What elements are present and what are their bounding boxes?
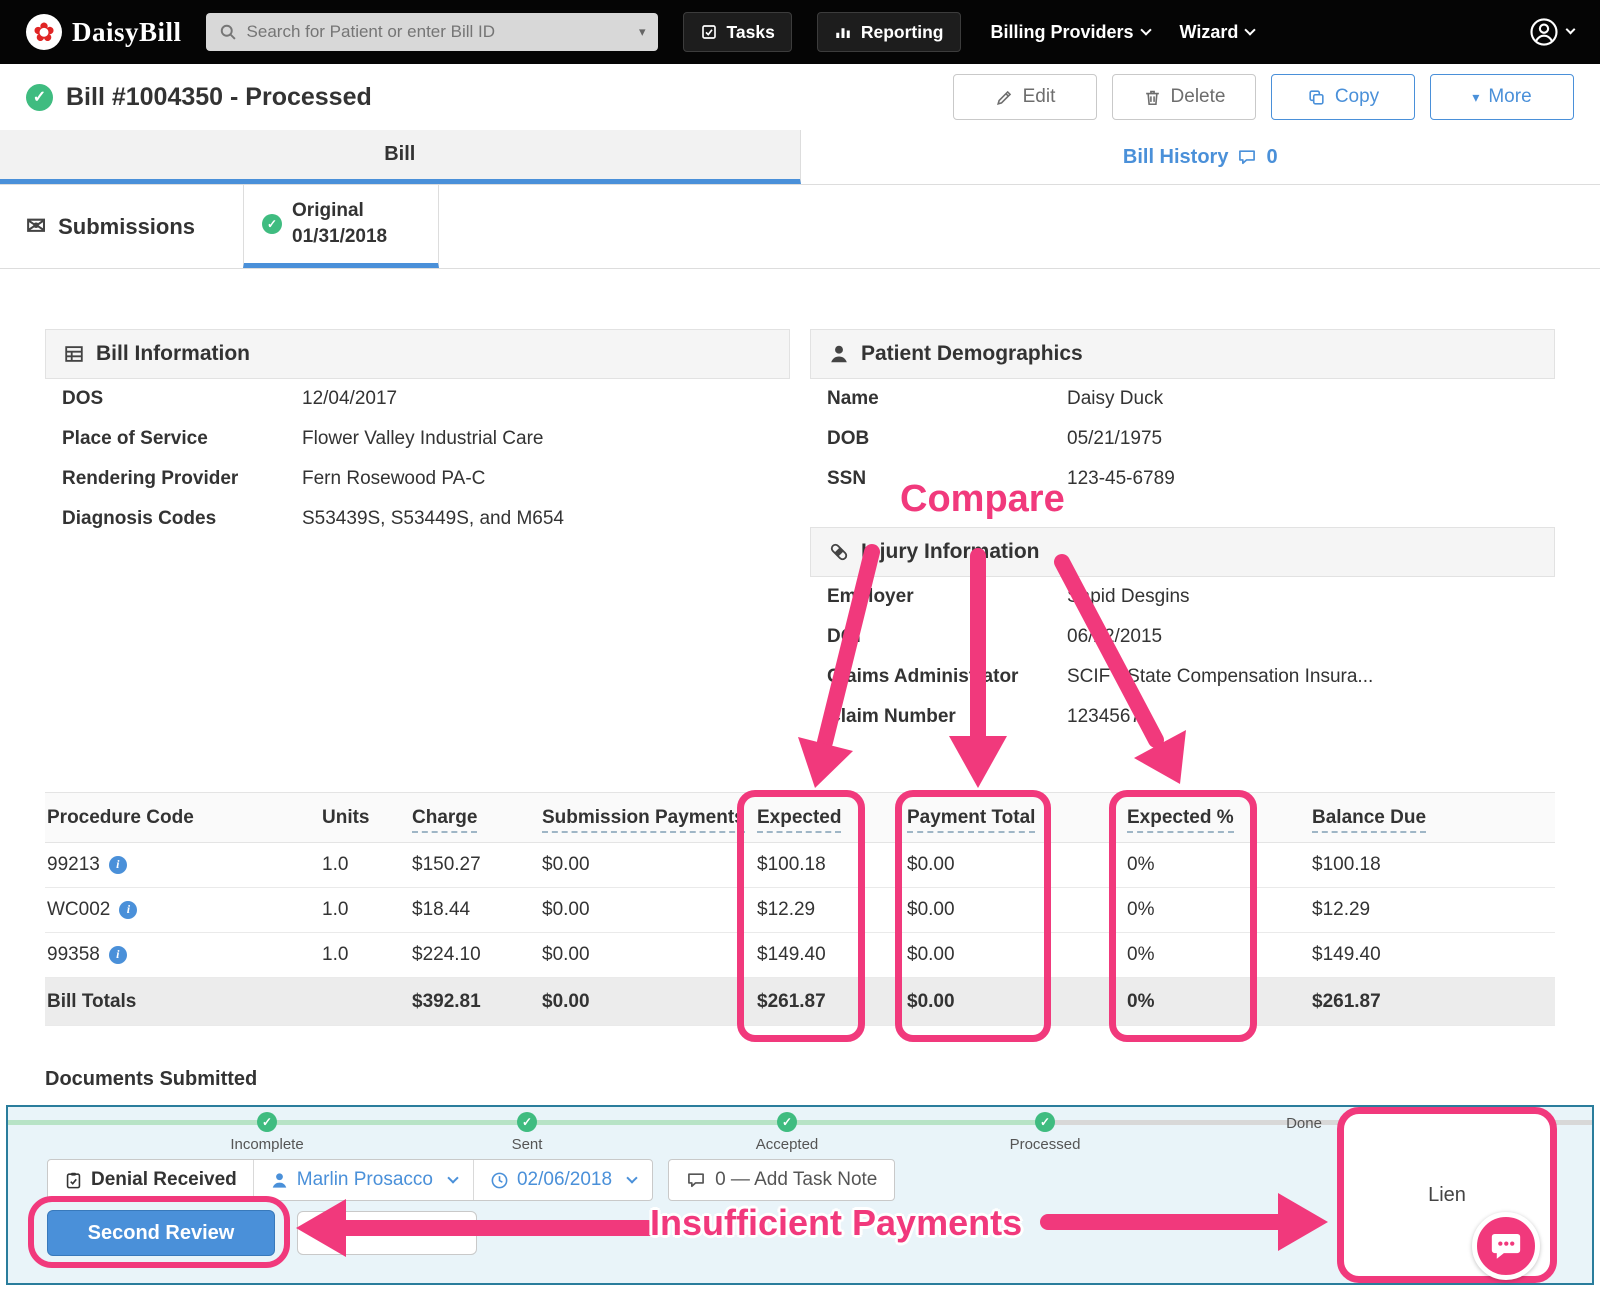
chat-icon xyxy=(1491,1233,1521,1259)
bandage-icon xyxy=(830,543,848,561)
person-icon xyxy=(831,345,847,363)
clipboard-icon xyxy=(66,1172,81,1188)
col-submission-payments[interactable]: Submission Payments xyxy=(542,806,745,833)
pencil-icon xyxy=(996,90,1011,105)
patient-demographics-panel: Patient Demographics Name Daisy Duck DOB 0… xyxy=(810,329,1555,499)
task-box: Denial Received Marlin Prosacco 02/06/20… xyxy=(47,1159,654,1201)
info-icon[interactable]: i xyxy=(108,945,127,964)
injury-information-panel: Injury Information Employer Sapid Desgins… xyxy=(810,527,1555,737)
check-icon: ✓ xyxy=(1035,1112,1055,1132)
tab-original-submission[interactable]: ✓ Original 01/31/2018 xyxy=(243,185,440,268)
chevron-down-icon xyxy=(1565,24,1576,35)
check-icon: ✓ xyxy=(517,1112,537,1132)
obscured-button[interactable] xyxy=(297,1211,477,1255)
trash-icon xyxy=(1145,90,1159,105)
top-navbar: ✿ DaisyBill ▾ Tasks Reporting Billing Pr… xyxy=(0,0,1600,64)
chevron-down-icon xyxy=(447,1171,459,1184)
caret-down-icon: ▾ xyxy=(1472,88,1480,105)
procedure-table: Procedure Code Units Charge Submission P… xyxy=(45,792,1555,1026)
delete-button[interactable]: Delete xyxy=(1112,74,1256,120)
bill-totals-row: Bill Totals $392.81 $0.00 $261.87 $0.00 … xyxy=(45,977,1555,1026)
task-date-dropdown[interactable]: 02/06/2018 xyxy=(472,1160,652,1200)
second-review-button[interactable]: Second Review xyxy=(47,1210,275,1256)
panel-title: Bill Information xyxy=(96,342,250,365)
col-charge[interactable]: Charge xyxy=(412,806,478,833)
panel-title: Injury Information xyxy=(861,540,1040,563)
brand[interactable]: ✿ DaisyBill xyxy=(26,14,182,50)
col-expected-pct[interactable]: Expected % xyxy=(1127,806,1234,833)
step-accepted: ✓ Accepted xyxy=(722,1111,852,1153)
clock-icon xyxy=(491,1172,508,1188)
check-icon: ✓ xyxy=(777,1112,797,1132)
col-procedure-code: Procedure Code xyxy=(47,806,194,828)
bar-chart-icon xyxy=(836,28,850,38)
person-circle-icon xyxy=(1530,18,1558,46)
copy-icon xyxy=(1309,89,1324,105)
task-title: Denial Received xyxy=(48,1160,253,1200)
step-incomplete: ✓ Incomplete xyxy=(202,1111,332,1153)
reporting-button[interactable]: Reporting xyxy=(816,12,961,52)
global-search[interactable]: ▾ xyxy=(205,13,658,51)
tasks-button[interactable]: Tasks xyxy=(682,12,792,52)
user-avatar[interactable] xyxy=(1529,17,1576,47)
copy-button[interactable]: Copy xyxy=(1271,74,1415,120)
table-row: WC002 i 1.0 $18.44 $0.00 $12.29 $0.00 0% … xyxy=(45,887,1555,933)
search-dropdown-icon[interactable]: ▾ xyxy=(639,24,646,40)
daisy-logo-icon: ✿ xyxy=(26,14,62,50)
chevron-down-icon xyxy=(626,1171,638,1184)
envelope-icon: ✉ xyxy=(26,213,47,240)
header-actions: Edit Delete Copy ▾ More xyxy=(953,74,1574,120)
info-icon[interactable]: i xyxy=(108,855,127,874)
check-icon: ✓ xyxy=(262,214,283,234)
speech-bubble-icon xyxy=(1239,150,1256,165)
main-tabs: Bill Bill History 0 xyxy=(0,130,1600,185)
documents-submitted-heading: Documents Submitted xyxy=(45,1068,258,1090)
tab-bill[interactable]: Bill xyxy=(0,130,801,184)
bill-information-panel: Bill Information DOS 12/04/2017 Place of … xyxy=(45,329,790,737)
search-icon xyxy=(220,24,236,40)
search-input[interactable] xyxy=(246,22,630,42)
chat-widget-button[interactable] xyxy=(1472,1212,1540,1280)
speech-bubble-icon xyxy=(688,1173,704,1188)
brand-name: DaisyBill xyxy=(72,16,182,47)
chevron-down-icon xyxy=(1139,23,1152,36)
panel-title: Patient Demographics xyxy=(861,342,1083,365)
add-task-note-button[interactable]: 0 — Add Task Note xyxy=(668,1159,896,1201)
billing-providers-menu[interactable]: Billing Providers xyxy=(991,22,1152,43)
assignee-dropdown[interactable]: Marlin Prosacco xyxy=(252,1160,473,1200)
step-sent: ✓ Sent xyxy=(462,1111,592,1153)
chevron-down-icon xyxy=(1244,23,1257,36)
check-icon: ✓ xyxy=(257,1112,277,1132)
step-processed: ✓ Processed xyxy=(980,1111,1110,1153)
col-balance-due[interactable]: Balance Due xyxy=(1312,806,1427,833)
col-units: Units xyxy=(322,806,370,828)
tab-bill-history[interactable]: Bill History 0 xyxy=(801,130,1600,184)
table-header-row: Procedure Code Units Charge Submission P… xyxy=(45,792,1555,843)
bill-table-icon xyxy=(65,346,83,362)
col-expected[interactable]: Expected xyxy=(757,806,842,833)
col-payment-total[interactable]: Payment Total xyxy=(907,806,1036,833)
edit-button[interactable]: Edit xyxy=(953,74,1097,120)
more-button[interactable]: ▾ More xyxy=(1430,74,1574,120)
bill-header: ✓ Bill #1004350 - Processed Edit Delete … xyxy=(0,64,1600,130)
table-row: 99358 i 1.0 $224.10 $0.00 $149.40 $0.00 0… xyxy=(45,932,1555,978)
bill-content: Bill Information DOS 12/04/2017 Place of … xyxy=(0,329,1600,1091)
wizard-menu[interactable]: Wizard xyxy=(1180,22,1257,43)
submissions-label[interactable]: ✉ Submissions xyxy=(26,185,243,268)
submission-tabs: ✉ Submissions ✓ Original 01/31/2018 xyxy=(0,185,1600,269)
table-row: 99213 i 1.0 $150.27 $0.00 $100.18 $0.00 0… xyxy=(45,842,1555,888)
processed-check-icon: ✓ xyxy=(26,83,53,111)
info-icon[interactable]: i xyxy=(119,900,138,919)
person-icon xyxy=(272,1172,286,1188)
page-title: Bill #1004350 - Processed xyxy=(66,82,372,111)
checkbox-icon xyxy=(701,25,716,39)
